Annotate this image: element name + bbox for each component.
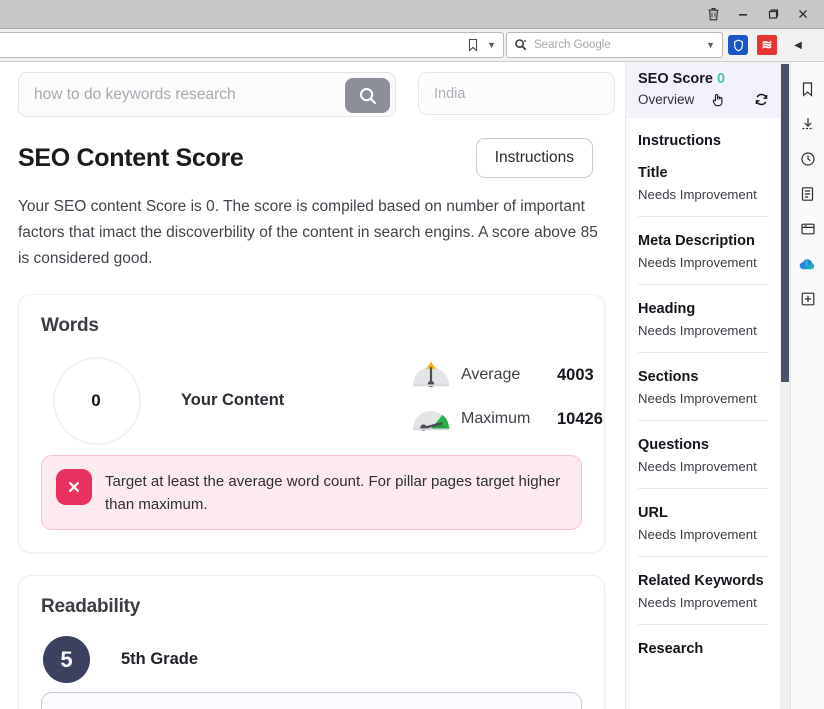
search-bar[interactable]: Search Google ▼	[506, 32, 723, 58]
readability-grade-row: 5 5th Grade	[41, 630, 582, 690]
panel-header: SEO Score 0 Overview	[626, 62, 780, 118]
panel-item-url[interactable]: URL Needs Improvement	[638, 489, 768, 557]
panel-title: SEO Score	[638, 71, 713, 87]
cloud-sync-icon[interactable]	[795, 251, 821, 277]
panel-item-heading[interactable]: Heading Needs Improvement	[638, 285, 768, 353]
panel-header-controls: Overview	[638, 91, 768, 108]
panel-score: 0	[716, 71, 726, 87]
panel-item-title: Meta Description	[638, 233, 755, 249]
download-icon[interactable]	[795, 111, 821, 137]
red-extension-icon[interactable]: ≋	[757, 35, 777, 55]
panel-item-instructions[interactable]: Instructions	[638, 118, 768, 149]
panel-item-title: Heading	[638, 301, 696, 317]
panel-item-title: Sections	[638, 369, 699, 385]
panel-item-title: URL	[638, 505, 668, 521]
search-chevron-down-icon[interactable]: ▼	[706, 40, 715, 50]
panel-item-status: Needs Improvement	[638, 391, 757, 406]
search-row	[18, 62, 625, 124]
history-clock-icon[interactable]	[795, 146, 821, 172]
words-alert-text: Target at least the average word count. …	[105, 473, 561, 513]
page-description: Your SEO content Score is 0. The score i…	[18, 198, 598, 267]
search-button[interactable]	[345, 78, 390, 113]
panel-item-status: Needs Improvement	[638, 595, 757, 610]
stat-value-average: 4003	[557, 365, 594, 384]
words-card-title: Words	[41, 315, 99, 336]
words-alert: Target at least the average word count. …	[41, 455, 582, 530]
stat-value-maximum: 10426	[557, 409, 603, 428]
panel-item-sections[interactable]: Sections Needs Improvement	[638, 353, 768, 421]
words-stats: Average 4003 Maximum 10426	[409, 353, 603, 441]
bookmark-icon[interactable]	[795, 76, 821, 102]
your-content-score-value: 0	[91, 391, 101, 410]
panel-item-status: Needs Improvement	[638, 527, 757, 542]
stat-label-maximum: Maximum	[461, 410, 531, 427]
geo-input-wrapper	[418, 72, 615, 115]
panel-item-questions[interactable]: Questions Needs Improvement	[638, 421, 768, 489]
stat-row-average: Average 4003	[409, 353, 603, 397]
maximize-icon[interactable]	[758, 1, 788, 27]
stat-row-maximum: Maximum 10426	[409, 397, 603, 441]
panel-title-row: SEO Score 0	[638, 71, 768, 87]
instructions-button[interactable]: Instructions	[475, 138, 593, 178]
readability-progress-bar	[41, 692, 582, 709]
gauge-maximum-icon	[409, 402, 453, 436]
panel-item-list: Instructions Title Needs Improvement Met…	[626, 118, 780, 657]
panel-item-status: Needs Improvement	[638, 323, 757, 338]
panel-item-title-section[interactable]: Title Needs Improvement	[638, 149, 768, 217]
panel-item-title: Questions	[638, 437, 709, 453]
words-metrics-row: 0 Your Content Average 4003 Maximum 1042…	[41, 345, 603, 449]
panel-item-related-keywords[interactable]: Related Keywords Needs Improvement	[638, 557, 768, 625]
seo-side-panel: SEO Score 0 Overview Instructions Title …	[625, 62, 780, 709]
archive-box-icon[interactable]	[795, 216, 821, 242]
gauge-average-icon	[409, 358, 453, 392]
panel-item-title: Related Keywords	[638, 573, 764, 589]
panel-item-title: Title	[638, 165, 668, 181]
readability-card: Readability 5 5th Grade	[18, 575, 605, 709]
add-panel-icon[interactable]	[795, 286, 821, 312]
geo-input[interactable]	[419, 85, 589, 102]
error-x-icon	[56, 469, 92, 505]
browser-toolbar: ▼ Search Google ▼ ≋ ◀	[0, 29, 824, 62]
panel-scrollbar-thumb[interactable]	[781, 64, 789, 382]
collapse-left-icon[interactable]: ◀	[790, 37, 806, 53]
pointing-hand-icon[interactable]	[710, 91, 727, 108]
panel-item-status: Needs Improvement	[638, 459, 757, 474]
panel-item-status: Needs Improvement	[638, 187, 757, 202]
readability-card-title: Readability	[41, 596, 141, 617]
stat-label-average: Average	[461, 366, 521, 383]
search-input[interactable]: Search Google	[534, 39, 706, 51]
google-search-icon	[514, 38, 528, 52]
window-titlebar	[0, 0, 824, 29]
url-chevron-down-icon[interactable]: ▼	[487, 40, 496, 50]
your-content-score-circle: 0	[53, 357, 141, 445]
url-bar[interactable]: ▼	[0, 32, 504, 58]
panel-item-research[interactable]: Research	[638, 625, 768, 657]
reading-list-icon[interactable]	[795, 181, 821, 207]
your-content-label: Your Content	[181, 391, 285, 409]
trash-icon[interactable]	[698, 1, 728, 27]
words-card: Words 0 Your Content Average 4003 Maximu…	[18, 294, 605, 553]
refresh-icon[interactable]	[753, 91, 770, 108]
panel-item-status: Needs Improvement	[638, 255, 757, 270]
bookmark-icon[interactable]	[467, 38, 479, 52]
close-icon[interactable]	[788, 1, 818, 27]
minimize-icon[interactable]	[728, 1, 758, 27]
tab-overview[interactable]: Overview	[638, 92, 694, 107]
panel-item-title: Instructions	[638, 133, 721, 149]
shield-extension-icon[interactable]	[728, 35, 748, 55]
browser-sidebar-rail	[790, 62, 824, 709]
grade-label: 5th Grade	[121, 650, 199, 668]
page-viewport: SEO Content Score Instructions Your SEO …	[0, 62, 824, 709]
keyword-input[interactable]	[19, 85, 339, 104]
panel-item-title: Research	[638, 641, 704, 657]
main-content: SEO Content Score Instructions Your SEO …	[0, 62, 625, 709]
panel-item-meta-description[interactable]: Meta Description Needs Improvement	[638, 217, 768, 285]
grade-circle: 5	[43, 636, 90, 683]
page-header-row: SEO Content Score Instructions	[18, 138, 625, 190]
keyword-input-wrapper	[18, 72, 396, 117]
